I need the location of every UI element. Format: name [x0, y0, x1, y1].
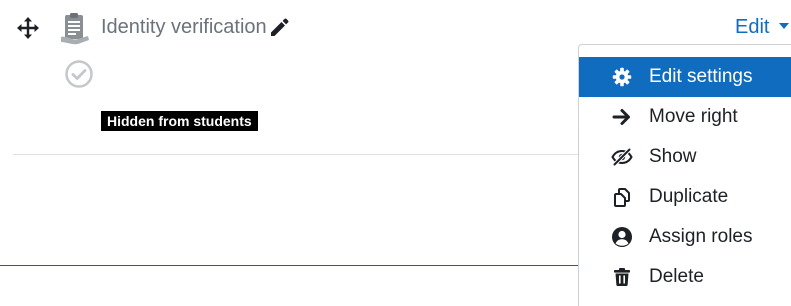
edit-menu-toggle-label: Edit — [735, 16, 770, 38]
menu-item-duplicate[interactable]: Duplicate — [579, 177, 791, 217]
gear-icon — [611, 66, 633, 88]
section-divider — [0, 265, 640, 266]
activity-divider — [13, 154, 603, 155]
menu-item-label: Delete — [649, 266, 704, 287]
menu-item-show[interactable]: Show — [579, 137, 791, 177]
menu-item-label: Move right — [649, 106, 738, 127]
arrow-right-icon — [611, 106, 633, 128]
caret-down-icon — [779, 22, 790, 29]
menu-item-move-right[interactable]: Move right — [579, 97, 791, 137]
trash-icon — [611, 266, 633, 288]
menu-item-edit-settings[interactable]: Edit settings — [579, 57, 791, 97]
hidden-from-students-badge: Hidden from students — [101, 111, 258, 131]
menu-item-label: Assign roles — [649, 226, 753, 247]
menu-item-delete[interactable]: Delete — [579, 257, 791, 297]
eye-slash-icon — [611, 146, 633, 168]
check-circle-icon[interactable] — [64, 59, 94, 89]
menu-item-label: Show — [649, 146, 697, 167]
edit-dropdown-menu: Edit settings Move right Show Duplicate … — [578, 44, 791, 306]
move-handle-icon[interactable] — [16, 16, 40, 40]
menu-item-assign-roles[interactable]: Assign roles — [579, 217, 791, 257]
menu-item-label: Duplicate — [649, 186, 729, 207]
pencil-icon[interactable] — [268, 16, 290, 38]
menu-item-label: Edit settings — [649, 66, 753, 87]
activity-title[interactable]: Identity verification — [101, 16, 267, 38]
assignment-clipboard-icon — [58, 11, 92, 45]
edit-menu-toggle[interactable]: Edit — [735, 16, 790, 38]
user-circle-icon — [611, 226, 633, 248]
copy-icon — [611, 186, 633, 208]
